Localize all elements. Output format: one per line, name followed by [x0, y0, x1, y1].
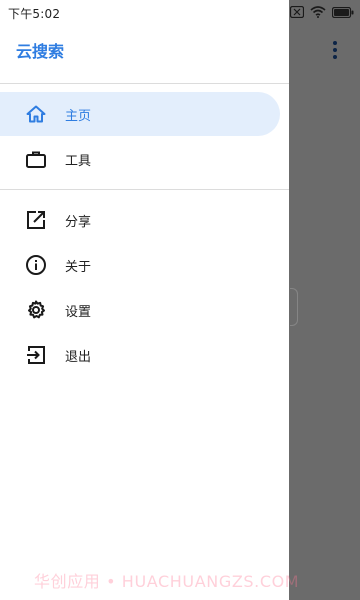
info-icon: [25, 254, 47, 276]
nav-item-label: 主页: [65, 108, 92, 124]
home-icon: [25, 103, 47, 125]
nav-item-label: 设置: [65, 304, 92, 320]
nav-item-exit[interactable]: 退出: [0, 333, 280, 377]
nav-item-settings[interactable]: 设置: [0, 288, 280, 332]
watermark: 华创应用 • HUACHUANGZS.COM: [34, 572, 300, 591]
nav-item-label: 退出: [65, 349, 92, 365]
share-icon: [25, 209, 47, 231]
nav-item-tools[interactable]: 工具: [0, 137, 280, 181]
navigation-drawer: 下午5:02 云搜索 主页 工具 分享 关于 设置 退出: [0, 0, 289, 600]
briefcase-icon: [25, 148, 47, 170]
screen: 下午5:02 云搜索 主页 工具 分享 关于 设置 退出 华创应用 • HUAC…: [0, 0, 360, 600]
battery-icon: [332, 6, 354, 18]
status-icons: [290, 4, 354, 20]
status-time: 下午5:02: [8, 7, 61, 21]
nav-item-home[interactable]: 主页: [0, 92, 280, 136]
nav-item-label: 工具: [65, 153, 92, 169]
nav-item-label: 分享: [65, 214, 92, 230]
drawer-title: 云搜索: [16, 42, 65, 61]
background-edge-tab: [290, 288, 298, 326]
nav-item-share[interactable]: 分享: [0, 198, 280, 242]
sim-x-icon: [290, 6, 304, 18]
divider: [0, 83, 289, 84]
gear-icon: [25, 299, 47, 321]
nav-item-label: 关于: [65, 259, 92, 275]
divider: [0, 189, 289, 190]
nav-item-about[interactable]: 关于: [0, 243, 280, 287]
wifi-icon: [310, 6, 326, 18]
exit-icon: [25, 344, 47, 366]
